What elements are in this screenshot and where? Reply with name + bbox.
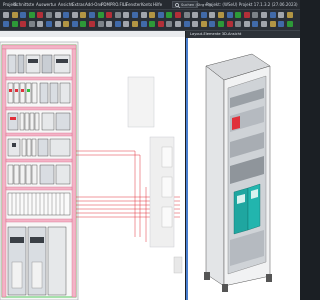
toolbar-button[interactable]: [226, 12, 233, 18]
toolbar-button[interactable]: [149, 12, 156, 18]
cabinet-layout-drawing: [0, 41, 183, 300]
toolbar-button[interactable]: [252, 12, 259, 18]
toolbar-button[interactable]: [157, 21, 164, 27]
toolbar-button[interactable]: [140, 21, 147, 27]
view3d-title: Layout-Elemente 3D-Ansicht: [190, 32, 242, 36]
view3d-canvas[interactable]: [186, 38, 300, 300]
toolbar-button[interactable]: [37, 12, 44, 18]
toolbar-button[interactable]: [11, 21, 18, 27]
search-input[interactable]: Suchen (Strg+Q): [172, 1, 211, 8]
component-row-3: [7, 112, 71, 131]
toolbar-button[interactable]: [114, 21, 121, 27]
menu-extras[interactable]: Extras: [72, 0, 85, 9]
toolbar-button[interactable]: [132, 12, 138, 18]
toolbar-button[interactable]: [278, 21, 285, 27]
toolbar-button[interactable]: [123, 21, 130, 27]
toolbar-button[interactable]: [54, 21, 61, 27]
toolbar-button[interactable]: [46, 12, 52, 18]
toolbar-button[interactable]: [192, 21, 199, 27]
toolbar-button[interactable]: [71, 12, 78, 18]
toolbar-button[interactable]: [63, 21, 70, 27]
window-title: Projekt: (WSeU) Projekt 17.1.3.2 (27.06.…: [206, 2, 298, 7]
toolbar-button[interactable]: [166, 12, 173, 18]
toolbar-button[interactable]: [89, 21, 95, 27]
toolbar-button[interactable]: [218, 12, 224, 18]
toolbar-button[interactable]: [175, 21, 181, 27]
toolbar-button[interactable]: [261, 12, 267, 18]
toolbar-button[interactable]: [218, 21, 224, 27]
component-row-4: [7, 138, 71, 157]
toolbar-button[interactable]: [286, 12, 293, 18]
toolbar-button[interactable]: [243, 12, 250, 18]
toolbar-button[interactable]: [20, 12, 27, 18]
toolbar-button[interactable]: [192, 12, 199, 18]
menu-fenster[interactable]: Fenster: [126, 0, 141, 9]
toolbar-button[interactable]: [106, 12, 113, 18]
menu-auswertung[interactable]: Auswertung: [36, 0, 56, 9]
menu-pdm[interactable]: PDM: [101, 0, 110, 9]
toolbar-button[interactable]: [71, 21, 78, 27]
toolbar-button[interactable]: [286, 21, 293, 27]
toolbar-button[interactable]: [149, 21, 156, 27]
toolbar-button[interactable]: [278, 12, 285, 18]
toolbar-button[interactable]: [175, 12, 181, 18]
toolbar-button[interactable]: [200, 12, 207, 18]
toolbar-button[interactable]: [54, 12, 61, 18]
schematic-canvas[interactable]: [0, 37, 185, 300]
toolbar-button[interactable]: [3, 12, 9, 18]
toolbar-button[interactable]: [63, 12, 70, 18]
menu-addons[interactable]: Add-Ons: [85, 0, 102, 9]
toolbar-button[interactable]: [11, 12, 18, 18]
toolbar-button[interactable]: [140, 12, 147, 18]
toolbar-button[interactable]: [226, 21, 233, 27]
toolbar-button[interactable]: [3, 21, 9, 27]
toolbar-button[interactable]: [123, 12, 130, 18]
toolbar-button[interactable]: [235, 12, 242, 18]
menu-konto[interactable]: Konto: [141, 0, 152, 9]
toolbar-button[interactable]: [20, 21, 27, 27]
search-icon: [175, 3, 180, 8]
toolbar-button[interactable]: [235, 21, 242, 27]
cabinet-3d-model: [204, 53, 272, 292]
toolbar-button[interactable]: [243, 21, 250, 27]
toolbar-button[interactable]: [46, 21, 52, 27]
toolbar-button[interactable]: [80, 12, 87, 18]
toolbar-button[interactable]: [261, 21, 267, 27]
toolbar: [0, 10, 300, 31]
toolbar-button[interactable]: [114, 12, 121, 18]
menu-bar: Projekt Schnittstellen Auswertung Ansich…: [0, 0, 300, 10]
toolbar-button[interactable]: [166, 21, 173, 27]
toolbar-button[interactable]: [183, 12, 190, 18]
toolbar-button[interactable]: [200, 21, 207, 27]
toolbar-button[interactable]: [97, 21, 104, 27]
toolbar-button[interactable]: [97, 12, 104, 18]
toolbar-button[interactable]: [183, 21, 190, 27]
toolbar-button[interactable]: [269, 12, 276, 18]
toolbar-button[interactable]: [209, 12, 216, 18]
toolbar-button[interactable]: [269, 21, 276, 27]
component-row-6: [7, 192, 71, 216]
toolbar-button[interactable]: [37, 21, 44, 27]
menu-schnittstellen[interactable]: Schnittstellen: [14, 0, 34, 9]
toolbar-button[interactable]: [157, 12, 164, 18]
toolbar-button[interactable]: [209, 21, 216, 27]
toolbar-button[interactable]: [28, 12, 35, 18]
toolbar-button[interactable]: [106, 21, 113, 27]
toolbar-button[interactable]: [132, 21, 138, 27]
toolbar-button[interactable]: [80, 21, 87, 27]
menu-hilfe[interactable]: Hilfe: [153, 0, 162, 9]
toolbar-button[interactable]: [89, 12, 95, 18]
component-row-drives: [7, 226, 67, 296]
toolbar-button[interactable]: [28, 21, 35, 27]
toolbar-button[interactable]: [252, 21, 259, 27]
menu-ansicht[interactable]: Ansicht: [58, 0, 73, 9]
